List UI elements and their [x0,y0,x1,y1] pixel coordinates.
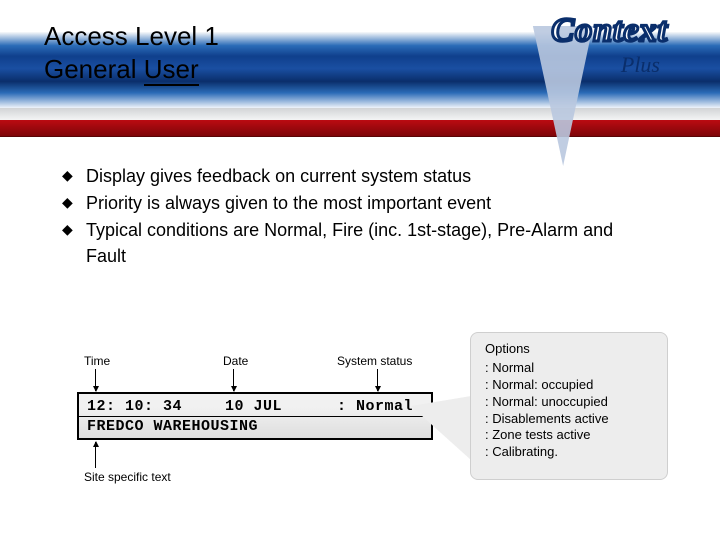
title-line-1: Access Level 1 [44,20,219,53]
lcd-date: 10 JUL [225,398,333,415]
display-diagram: Time Date System status 12: 10: 34 10 JUL… [54,318,666,508]
lcd-divider [79,416,431,417]
title-line-2: General User [44,53,219,86]
label-status: System status [337,354,412,368]
arrow-down-icon [377,369,378,391]
bullet-list: Display gives feedback on current system… [62,164,658,271]
options-item: : Normal: occupied [485,377,655,394]
header-red-stripe [0,120,720,137]
bullet-item: Priority is always given to the most imp… [62,191,658,216]
lcd-status: : Normal [337,398,413,415]
slide-title: Access Level 1 General User [44,20,219,85]
arrow-down-icon [233,369,234,391]
logo-sub-text: Plus [621,52,660,78]
label-time: Time [84,354,110,368]
lcd-line-1: 12: 10: 34 10 JUL: Normal [87,398,413,415]
options-item: : Normal: unoccupied [485,394,655,411]
title-line-2-underlined: User [144,54,199,86]
options-item: : Normal [485,360,655,377]
title-line-2-plain: General [44,54,144,84]
options-item: : Disablements active [485,411,655,428]
lcd-time: 12: 10: 34 [87,398,185,415]
brand-logo: Context Plus [458,6,668,96]
lcd-line-2: FREDCO WAREHOUSING [87,418,258,435]
options-header: Options [485,341,655,358]
bullet-item: Display gives feedback on current system… [62,164,658,189]
bullet-item: Typical conditions are Normal, Fire (inc… [62,218,658,268]
options-item: : Zone tests active [485,427,655,444]
logo-brand-text: Context [551,12,668,50]
arrow-down-icon [95,369,96,391]
label-date: Date [223,354,248,368]
options-item: : Calibrating. [485,444,655,461]
options-callout: Options : Normal : Normal: occupied : No… [470,332,668,480]
lcd-display: 12: 10: 34 10 JUL: Normal FREDCO WAREHOUS… [77,392,433,440]
slide-root: Context Plus Access Level 1 General User… [0,0,720,540]
label-site-text: Site specific text [84,470,171,484]
callout-pointer [411,396,471,460]
arrow-up-icon [95,442,96,468]
